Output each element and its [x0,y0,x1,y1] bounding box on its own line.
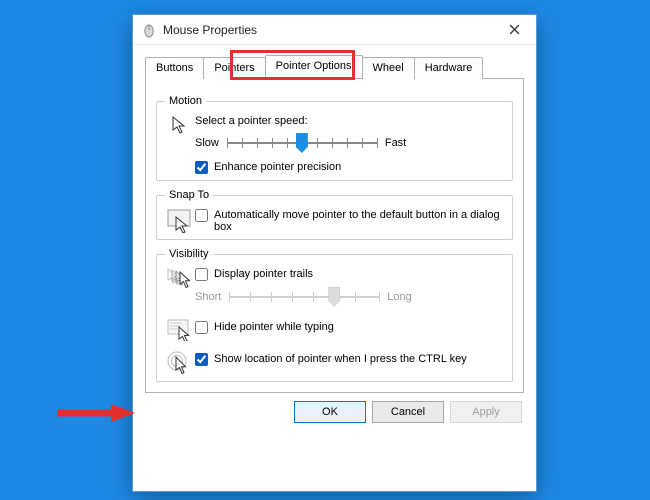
tab-hardware[interactable]: Hardware [414,57,484,79]
snap-to-checkbox[interactable]: Automatically move pointer to the defaul… [195,209,504,233]
enhance-precision-input[interactable] [195,161,208,174]
enhance-precision-label: Enhance pointer precision [214,161,341,173]
group-visibility: Visibility Display pointer tr [156,248,513,382]
motion-label: Select a pointer speed: [195,115,504,127]
hide-pointer-label: Hide pointer while typing [214,321,334,333]
pointer-trails-label: Display pointer trails [214,268,313,280]
snap-to-label: Automatically move pointer to the defaul… [214,209,504,233]
arrow-annotation [55,403,135,423]
ctrl-locator-icon [165,351,195,375]
tab-buttons[interactable]: Buttons [145,57,204,79]
dialog-content: Buttons Pointers Pointer Options Wheel H… [133,45,536,433]
cancel-button[interactable]: Cancel [372,401,444,423]
dialog-buttons: OK Cancel Apply [145,393,524,423]
pointer-trails-icon [165,268,195,290]
cursor-icon [165,115,195,135]
window-title: Mouse Properties [163,23,492,37]
ok-button[interactable]: OK [294,401,366,423]
enhance-precision-checkbox[interactable]: Enhance pointer precision [195,161,504,174]
hide-pointer-checkbox[interactable]: Hide pointer while typing [195,321,504,334]
group-snap-legend: Snap To [165,189,213,201]
pointer-speed-thumb[interactable] [296,133,308,153]
group-visibility-legend: Visibility [165,248,213,260]
mouse-properties-window: Mouse Properties Buttons Pointers Pointe… [132,14,537,492]
group-motion-legend: Motion [165,95,206,107]
tab-panel: Motion Select a pointer speed: Slow [145,78,524,393]
trails-length-slider [229,285,379,309]
trails-length-thumb [328,287,340,307]
trails-short-label: Short [195,291,221,303]
hide-pointer-input[interactable] [195,321,208,334]
ctrl-locator-input[interactable] [195,353,208,366]
hide-pointer-icon [165,319,195,341]
ctrl-locator-label: Show location of pointer when I press th… [214,353,467,365]
apply-button: Apply [450,401,522,423]
close-button[interactable] [492,15,536,45]
tab-pointer-options[interactable]: Pointer Options [265,55,363,78]
pointer-trails-input[interactable] [195,268,208,281]
ctrl-locator-checkbox[interactable]: Show location of pointer when I press th… [195,353,504,366]
group-snap-to: Snap To Automatically move pointer to th… [156,189,513,240]
mouse-icon [141,22,157,38]
motion-slow-label: Slow [195,137,219,149]
pointer-trails-checkbox[interactable]: Display pointer trails [195,268,504,281]
tab-wheel[interactable]: Wheel [362,57,415,79]
snap-to-input[interactable] [195,209,208,222]
snap-to-icon [165,209,195,233]
titlebar[interactable]: Mouse Properties [133,15,536,45]
close-icon [509,24,520,35]
group-motion: Motion Select a pointer speed: Slow [156,95,513,181]
tab-pointers[interactable]: Pointers [203,57,265,79]
motion-fast-label: Fast [385,137,406,149]
tab-strip: Buttons Pointers Pointer Options Wheel H… [145,55,524,78]
trails-long-label: Long [387,291,411,303]
pointer-speed-slider[interactable] [227,131,377,155]
